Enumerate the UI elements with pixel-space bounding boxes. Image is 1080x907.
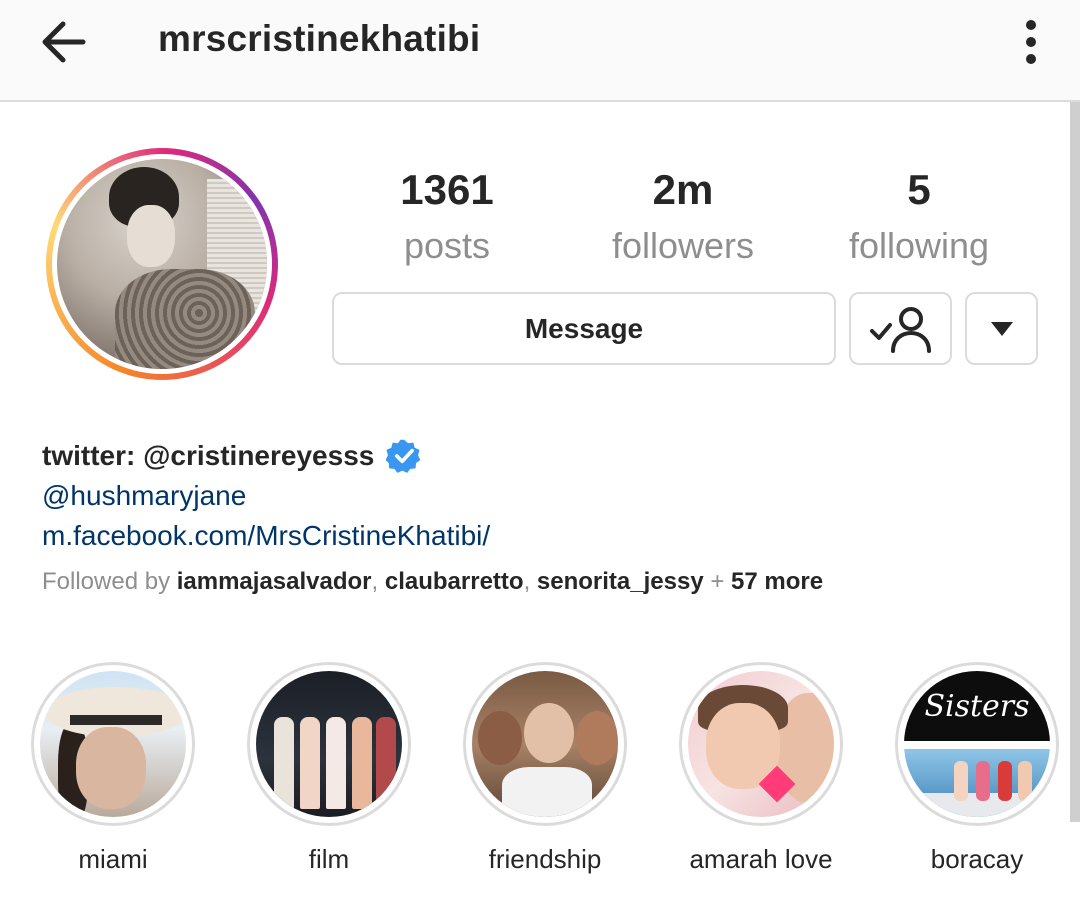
- highlight-label: film: [308, 844, 350, 874]
- stat-following-label: following: [848, 225, 990, 266]
- stat-followers-value: 2m: [652, 166, 714, 213]
- highlight-label: amarah love: [689, 844, 833, 874]
- highlight-cover: [256, 671, 402, 817]
- stat-posts-label: posts: [403, 225, 491, 266]
- verified-badge-icon: [386, 439, 421, 473]
- arrow-left-icon: [42, 21, 86, 63]
- highlight-amarah-love[interactable]: amarah love: [678, 662, 844, 874]
- highlight-film[interactable]: film: [246, 662, 412, 874]
- stat-followers-label: followers: [611, 225, 755, 266]
- scrollbar[interactable]: [1070, 102, 1080, 822]
- bio-name: twitter: @cristinereyesss: [42, 440, 375, 471]
- bio-name-line: twitter: @cristinereyesss: [42, 436, 1042, 476]
- followed-by-more[interactable]: 57 more: [731, 568, 823, 595]
- profile-username: mrscristinekhatibi: [158, 18, 481, 59]
- stat-following[interactable]: 5 following: [829, 166, 1009, 268]
- suggestions-dropdown-button[interactable]: [965, 292, 1038, 365]
- stat-following-value: 5: [907, 166, 931, 213]
- highlight-cover: [472, 671, 618, 817]
- bio-link-facebook[interactable]: m.facebook.com/MrsCristineKhatibi/: [42, 516, 1042, 556]
- stat-posts: 1361 posts: [357, 166, 537, 268]
- followed-by-prefix: Followed by: [42, 568, 171, 595]
- profile-avatar-story-ring[interactable]: [46, 148, 278, 380]
- top-app-bar: mrscristinekhatibi: [0, 0, 1080, 102]
- followed-by-line[interactable]: Followed by iammajasalvador, claubarrett…: [42, 564, 1042, 600]
- followed-by-user[interactable]: iammajasalvador: [177, 568, 372, 595]
- bio-link-hushmaryjane[interactable]: @hushmaryjane: [42, 476, 1042, 516]
- more-vertical-icon: [1026, 20, 1036, 64]
- message-button[interactable]: Message: [332, 292, 836, 365]
- highlight-miami[interactable]: miami: [30, 662, 196, 874]
- highlight-cover: [40, 671, 186, 817]
- followed-by-user[interactable]: claubarretto: [385, 568, 524, 595]
- more-options-button[interactable]: [1006, 12, 1056, 72]
- triangle-down-icon: [990, 321, 1013, 336]
- highlight-cover: Sisters: [904, 671, 1050, 817]
- profile-avatar: [57, 159, 267, 369]
- followed-by-user[interactable]: senorita_jessy: [537, 568, 704, 595]
- highlight-label: friendship: [488, 844, 602, 874]
- highlight-friendship[interactable]: friendship: [462, 662, 628, 874]
- highlight-label: boracay: [930, 844, 1024, 874]
- following-button[interactable]: [849, 292, 952, 365]
- stat-posts-value: 1361: [400, 166, 494, 213]
- highlight-boracay[interactable]: Sisters boracay: [894, 662, 1060, 874]
- user-check-icon: [869, 306, 931, 353]
- back-button[interactable]: [30, 14, 96, 70]
- highlight-cover-text: Sisters: [924, 689, 1030, 724]
- profile-bio: twitter: @cristinereyesss @hushmaryjane …: [42, 436, 1042, 600]
- highlight-cover: [688, 671, 834, 817]
- stat-followers[interactable]: 2m followers: [593, 166, 773, 268]
- highlight-label: miami: [78, 844, 148, 874]
